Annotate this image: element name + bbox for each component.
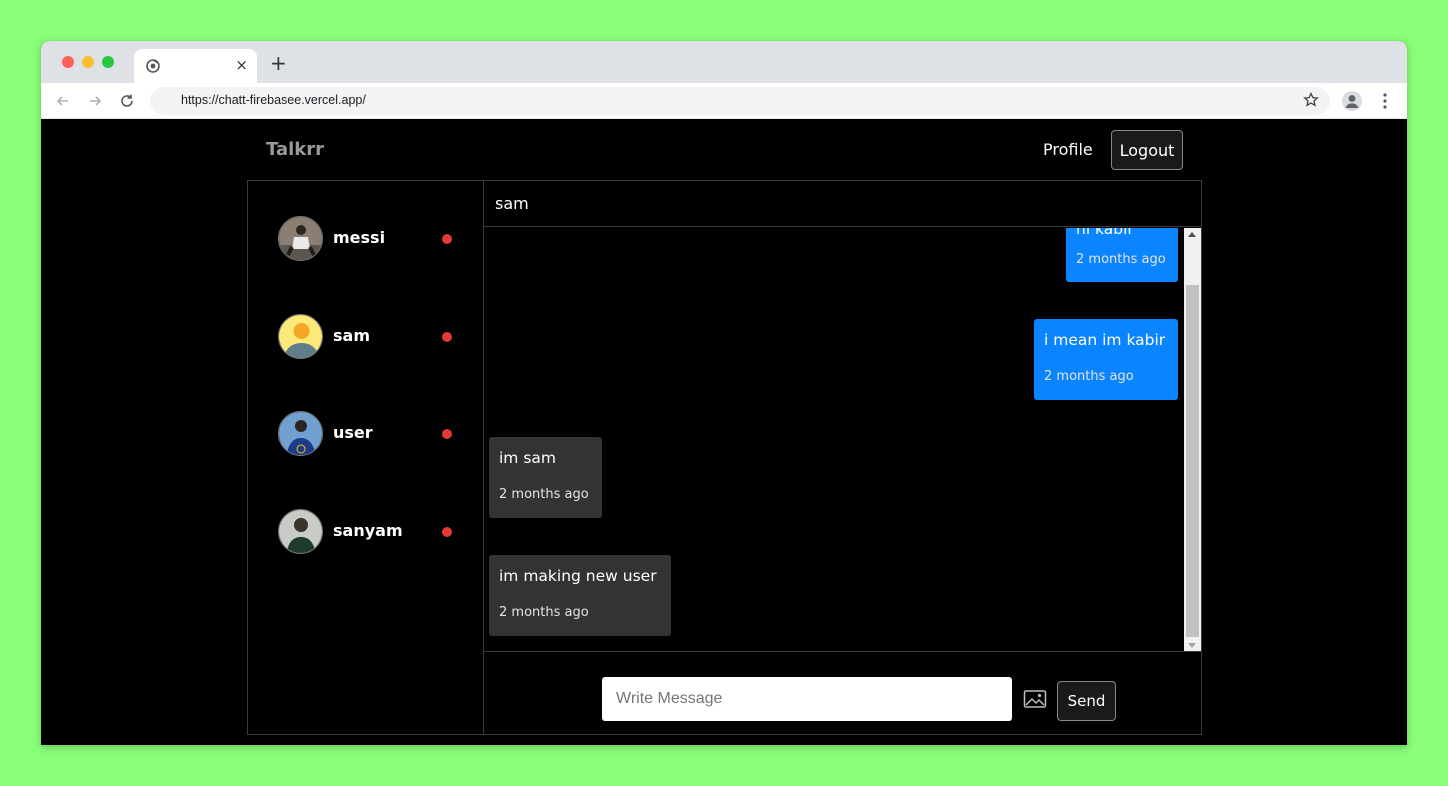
chat-container: messi sam user sanyam sam hi kabir 2 mon…: [247, 180, 1202, 735]
messages-list[interactable]: hi kabir 2 months ago i mean im kabir 2 …: [484, 228, 1201, 652]
browser-window: × + https://chatt-firebasee.vercel.app/ …: [41, 41, 1407, 745]
browser-toolbar: https://chatt-firebasee.vercel.app/: [41, 83, 1407, 119]
avatar: [278, 509, 323, 554]
tab-close-icon[interactable]: ×: [235, 56, 248, 74]
message-text: i mean im kabir: [1044, 331, 1166, 349]
chat-title: sam: [495, 194, 529, 213]
message-incoming: im sam 2 months ago: [489, 437, 602, 518]
status-dot: [442, 332, 452, 342]
new-tab-button[interactable]: +: [270, 52, 287, 74]
browser-menu-icon[interactable]: [1377, 91, 1393, 111]
chrome-favicon-icon: [146, 59, 160, 73]
avatar: [278, 314, 323, 359]
message-outgoing: hi kabir 2 months ago: [1066, 228, 1178, 282]
close-window-button[interactable]: [62, 56, 74, 68]
status-dot: [442, 429, 452, 439]
avatar: [278, 216, 323, 261]
image-upload-icon[interactable]: [1023, 689, 1047, 709]
message-time: 2 months ago: [1044, 369, 1134, 384]
message-text: hi kabir: [1076, 228, 1134, 238]
message-incoming: im making new user 2 months ago: [489, 555, 671, 636]
avatar: [278, 411, 323, 456]
scrollbar-thumb[interactable]: [1186, 285, 1199, 637]
message-input[interactable]: [602, 677, 1012, 721]
back-arrow-icon[interactable]: [53, 91, 73, 111]
user-item-user[interactable]: user: [278, 411, 458, 457]
reload-icon[interactable]: [117, 91, 137, 111]
maximize-window-button[interactable]: [102, 56, 114, 68]
user-name: user: [333, 423, 373, 442]
status-dot: [442, 234, 452, 244]
user-name: messi: [333, 228, 386, 247]
message-outgoing: i mean im kabir 2 months ago: [1034, 319, 1178, 400]
logout-button[interactable]: Logout: [1111, 130, 1183, 170]
users-sidebar: messi sam user sanyam: [248, 181, 484, 734]
user-item-sam[interactable]: sam: [278, 314, 458, 360]
message-text: im making new user: [499, 567, 657, 585]
bookmark-star-icon[interactable]: [1303, 91, 1319, 112]
message-text: im sam: [499, 449, 557, 467]
chat-panel: sam hi kabir 2 months ago i mean im kabi…: [484, 181, 1201, 734]
profile-link[interactable]: Profile: [1043, 140, 1093, 159]
user-item-sanyam[interactable]: sanyam: [278, 509, 458, 555]
status-dot: [442, 527, 452, 537]
chat-header: sam: [484, 181, 1201, 227]
send-button[interactable]: Send: [1057, 681, 1116, 721]
minimize-window-button[interactable]: [82, 56, 94, 68]
user-name: sam: [333, 326, 370, 345]
scroll-up-arrow-icon[interactable]: [1188, 232, 1196, 237]
user-item-messi[interactable]: messi: [278, 216, 458, 262]
messages-scrollbar[interactable]: [1184, 228, 1201, 651]
chat-app: Talkrr Profile Logout messi sam user san…: [41, 120, 1407, 745]
address-bar[interactable]: https://chatt-firebasee.vercel.app/: [150, 87, 1330, 115]
message-time: 2 months ago: [499, 487, 589, 502]
app-brand[interactable]: Talkrr: [266, 139, 324, 160]
browser-tab[interactable]: ×: [134, 49, 257, 83]
message-time: 2 months ago: [1076, 252, 1166, 267]
message-time: 2 months ago: [499, 605, 589, 620]
browser-profile-icon[interactable]: [1342, 91, 1362, 111]
url-text: https://chatt-firebasee.vercel.app/: [181, 93, 366, 107]
forward-arrow-icon[interactable]: [85, 91, 105, 111]
scroll-down-arrow-icon[interactable]: [1188, 643, 1196, 648]
tab-strip: × +: [41, 41, 1407, 83]
app-navbar: Talkrr Profile Logout: [247, 120, 1201, 180]
user-name: sanyam: [333, 521, 403, 540]
message-composer: Send: [484, 653, 1201, 734]
